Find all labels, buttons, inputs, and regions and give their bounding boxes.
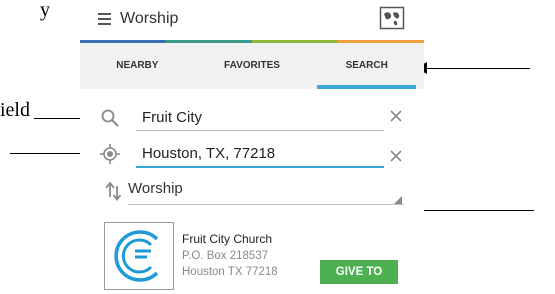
clear-name-icon[interactable] [388, 108, 404, 124]
map-icon[interactable] [379, 6, 405, 30]
church-name: Fruit City Church [182, 232, 273, 246]
my-location-icon[interactable] [100, 144, 120, 164]
tab-search[interactable]: SEARCH [309, 43, 424, 89]
type-dropdown-value[interactable]: Worship [128, 180, 183, 197]
document-text-fragment-field: ield [0, 99, 30, 121]
clear-location-icon[interactable] [388, 148, 404, 164]
church-logo [104, 222, 174, 290]
annotation-arrow-to-type-dropdown [408, 204, 534, 216]
hamburger-menu-icon[interactable] [98, 13, 111, 25]
name-search-row [80, 104, 424, 134]
sort-arrows-icon [105, 181, 122, 201]
tab-favorites[interactable]: FAVORITES [195, 43, 310, 89]
church-result-card[interactable]: Fruit City Church P.O. Box 218537 Housto… [104, 222, 424, 290]
church-address-line1: P.O. Box 218537 [182, 250, 269, 262]
give-to-button[interactable]: GIVE TO [320, 260, 398, 284]
location-search-row [80, 140, 424, 170]
type-dropdown-row[interactable]: Worship [80, 178, 424, 208]
search-icon [101, 109, 119, 127]
annotation-arrow-to-search-tab [416, 62, 530, 74]
tab-bar: NEARBY FAVORITES SEARCH [80, 43, 424, 89]
app-title: Worship [120, 10, 179, 27]
name-search-input[interactable] [136, 104, 384, 131]
type-dropdown-underline [128, 204, 404, 205]
worship-app-screen: Worship NEARBY FAVORITES SEARCH Fruit Ci… [80, 0, 424, 290]
app-bar: Worship [80, 0, 424, 40]
fruit-city-church-logo-icon [114, 230, 159, 282]
dropdown-indicator-icon[interactable] [394, 196, 402, 204]
document-text-fragment: y [40, 0, 50, 21]
location-search-input[interactable] [136, 140, 384, 168]
tab-nearby[interactable]: NEARBY [80, 43, 195, 89]
church-address-line2: Houston TX 77218 [182, 266, 278, 278]
